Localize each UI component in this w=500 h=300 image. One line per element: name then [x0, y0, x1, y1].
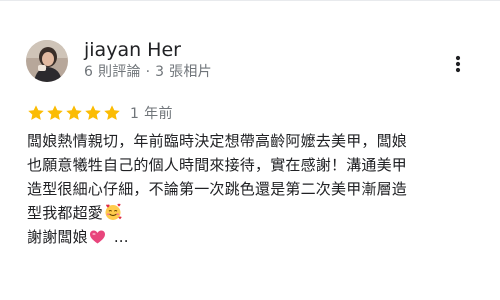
review-line-5-wrap: 謝謝闆娘 ... [27, 225, 497, 249]
more-button[interactable]: ... [114, 228, 129, 246]
author-meta[interactable]: 6 則評論 · 3 張相片 [84, 63, 212, 81]
divider [0, 0, 500, 1]
more-vert-icon [455, 55, 461, 73]
star-icon [65, 104, 83, 122]
review-card: jiayan Her 6 則評論 · 3 張相片 1 年前 闆娘熱情親切，年前臨… [0, 0, 500, 300]
review-line-4-wrap: 型我都超愛 [27, 201, 497, 225]
review-text: 闆娘熱情親切，年前臨時決定想帶高齡阿嬤去美甲，闆娘 也願意犧牲自己的個人時間來接… [27, 129, 497, 249]
author-name[interactable]: jiayan Her [84, 39, 181, 61]
rating-row: 1 年前 [27, 103, 173, 123]
review-line-1: 闆娘熱情親切，年前臨時決定想帶高齡阿嬤去美甲，闆娘 [27, 132, 408, 150]
star-icon [27, 104, 45, 122]
star-icon [84, 104, 102, 122]
pink-heart-icon [89, 228, 106, 252]
review-line-3: 造型很細心仔細，不論第一次跳色還是第二次美甲漸層造 [27, 180, 408, 198]
avatar[interactable] [26, 40, 68, 82]
star-icon [103, 104, 121, 122]
star-rating [27, 104, 121, 122]
review-line-4: 型我都超愛 [27, 204, 104, 222]
review-line-2: 也願意犧牲自己的個人時間來接待，實在感謝！溝通美甲 [27, 156, 408, 174]
review-line-5: 謝謝闆娘 [27, 228, 88, 246]
star-icon [46, 104, 64, 122]
more-options-button[interactable] [444, 50, 472, 78]
review-time: 1 年前 [130, 106, 173, 122]
